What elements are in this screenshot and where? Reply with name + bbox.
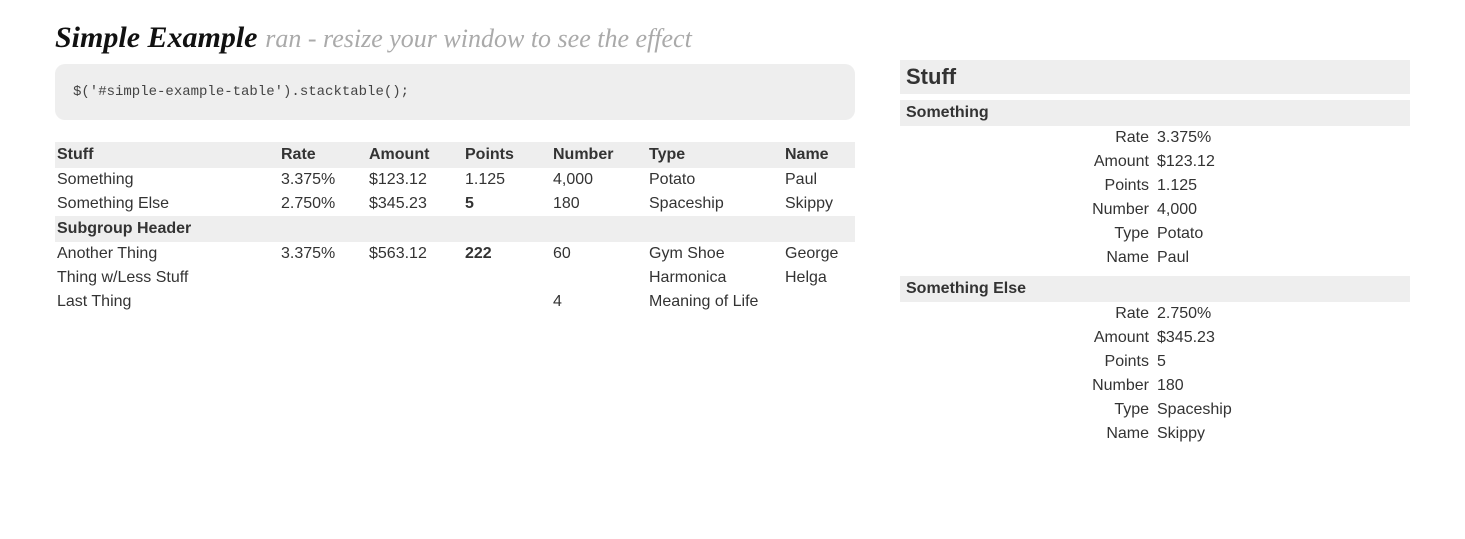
stack-key: Points bbox=[900, 174, 1155, 198]
table-header-row: Stuff Rate Amount Points Number Type Nam… bbox=[55, 142, 855, 168]
stack-key: Number bbox=[900, 374, 1155, 398]
table-cell: 3.375% bbox=[279, 168, 367, 192]
stack-value: 1.125 bbox=[1155, 174, 1410, 198]
main-table: Stuff Rate Amount Points Number Type Nam… bbox=[55, 142, 855, 314]
table-cell: 222 bbox=[463, 242, 551, 266]
stack-value: Potato bbox=[1155, 222, 1410, 246]
stack-pair-row: Number180 bbox=[900, 374, 1410, 398]
table-cell: Last Thing bbox=[55, 290, 279, 314]
stack-row-header-cell: Something Else bbox=[900, 276, 1410, 302]
table-cell: George bbox=[783, 242, 855, 266]
stack-value: $345.23 bbox=[1155, 326, 1410, 350]
stack-value: $123.12 bbox=[1155, 150, 1410, 174]
stack-pair-row: Points1.125 bbox=[900, 174, 1410, 198]
stack-big-header-cell: Stuff bbox=[900, 60, 1410, 94]
stack-key: Name bbox=[900, 246, 1155, 270]
section-title: Simple Example bbox=[55, 21, 258, 54]
col-header: Amount bbox=[367, 142, 463, 168]
stack-pair-row: NamePaul bbox=[900, 246, 1410, 270]
table-row: Another Thing3.375%$563.1222260Gym ShoeG… bbox=[55, 242, 855, 266]
stack-pair-row: Number4,000 bbox=[900, 198, 1410, 222]
stack-value: Paul bbox=[1155, 246, 1410, 270]
table-row: Thing w/Less Stuff HarmonicaHelga bbox=[55, 266, 855, 290]
stack-value: 5 bbox=[1155, 350, 1410, 374]
table-cell: Harmonica bbox=[647, 266, 783, 290]
table-cell: Helga bbox=[783, 266, 855, 290]
stack-key: Type bbox=[900, 222, 1155, 246]
col-header: Type bbox=[647, 142, 783, 168]
stack-row-header: Something bbox=[900, 100, 1410, 126]
table-cell: 3.375% bbox=[279, 242, 367, 266]
table-cell bbox=[463, 290, 551, 314]
table-cell: Paul bbox=[783, 168, 855, 192]
table-subgroup-header: Subgroup Header bbox=[55, 216, 855, 242]
stack-pair-row: NameSkippy bbox=[900, 422, 1410, 446]
table-cell: Something bbox=[55, 168, 279, 192]
section-subtitle: ran - resize your window to see the effe… bbox=[265, 24, 692, 53]
table-cell: Spaceship bbox=[647, 192, 783, 216]
table-cell bbox=[279, 290, 367, 314]
table-row: Something Else2.750%$345.235180Spaceship… bbox=[55, 192, 855, 216]
stack-pair-row: Rate2.750% bbox=[900, 302, 1410, 326]
col-header: Name bbox=[783, 142, 855, 168]
stack-key: Number bbox=[900, 198, 1155, 222]
stack-row-header-cell: Something bbox=[900, 100, 1410, 126]
stack-value: 180 bbox=[1155, 374, 1410, 398]
table-cell: 60 bbox=[551, 242, 647, 266]
table-cell: Another Thing bbox=[55, 242, 279, 266]
stack-key: Type bbox=[900, 398, 1155, 422]
stack-pair-row: TypeSpaceship bbox=[900, 398, 1410, 422]
stack-pair-row: TypePotato bbox=[900, 222, 1410, 246]
stack-pair-row: Amount$345.23 bbox=[900, 326, 1410, 350]
stack-value: 4,000 bbox=[1155, 198, 1410, 222]
table-cell: $563.12 bbox=[367, 242, 463, 266]
stack-key: Rate bbox=[900, 126, 1155, 150]
table-cell: 1.125 bbox=[463, 168, 551, 192]
col-header: Stuff bbox=[55, 142, 279, 168]
col-header: Points bbox=[463, 142, 551, 168]
table-cell: Thing w/Less Stuff bbox=[55, 266, 279, 290]
table-cell bbox=[551, 266, 647, 290]
table-cell: 4 bbox=[551, 290, 647, 314]
col-header: Number bbox=[551, 142, 647, 168]
table-cell bbox=[367, 290, 463, 314]
stack-big-header: Stuff bbox=[900, 60, 1410, 94]
table-cell: Meaning of Life bbox=[647, 290, 783, 314]
section-heading: Simple Example ran - resize your window … bbox=[55, 20, 855, 56]
stack-value: 3.375% bbox=[1155, 126, 1410, 150]
table-cell: Skippy bbox=[783, 192, 855, 216]
stacked-table: StuffSomethingRate3.375%Amount$123.12Poi… bbox=[900, 60, 1410, 446]
table-cell bbox=[367, 266, 463, 290]
stack-key: Points bbox=[900, 350, 1155, 374]
stack-pair-row: Rate3.375% bbox=[900, 126, 1410, 150]
table-cell: 5 bbox=[463, 192, 551, 216]
table-cell bbox=[783, 290, 855, 314]
subgroup-header-cell: Subgroup Header bbox=[55, 216, 855, 242]
table-row: Last Thing 4Meaning of Life bbox=[55, 290, 855, 314]
table-cell: $123.12 bbox=[367, 168, 463, 192]
col-header: Rate bbox=[279, 142, 367, 168]
table-cell bbox=[463, 266, 551, 290]
table-cell: Potato bbox=[647, 168, 783, 192]
stack-value: Spaceship bbox=[1155, 398, 1410, 422]
code-snippet: $('#simple-example-table').stacktable(); bbox=[55, 64, 855, 120]
table-cell: $345.23 bbox=[367, 192, 463, 216]
table-cell: 2.750% bbox=[279, 192, 367, 216]
table-row: Something3.375%$123.121.1254,000PotatoPa… bbox=[55, 168, 855, 192]
stack-key: Amount bbox=[900, 150, 1155, 174]
table-cell: Something Else bbox=[55, 192, 279, 216]
table-cell: Gym Shoe bbox=[647, 242, 783, 266]
stack-key: Amount bbox=[900, 326, 1155, 350]
table-cell: 4,000 bbox=[551, 168, 647, 192]
table-cell: 180 bbox=[551, 192, 647, 216]
stack-row-header: Something Else bbox=[900, 276, 1410, 302]
stack-value: Skippy bbox=[1155, 422, 1410, 446]
stack-pair-row: Points5 bbox=[900, 350, 1410, 374]
stack-pair-row: Amount$123.12 bbox=[900, 150, 1410, 174]
stack-key: Name bbox=[900, 422, 1155, 446]
table-cell bbox=[279, 266, 367, 290]
stack-key: Rate bbox=[900, 302, 1155, 326]
stack-value: 2.750% bbox=[1155, 302, 1410, 326]
